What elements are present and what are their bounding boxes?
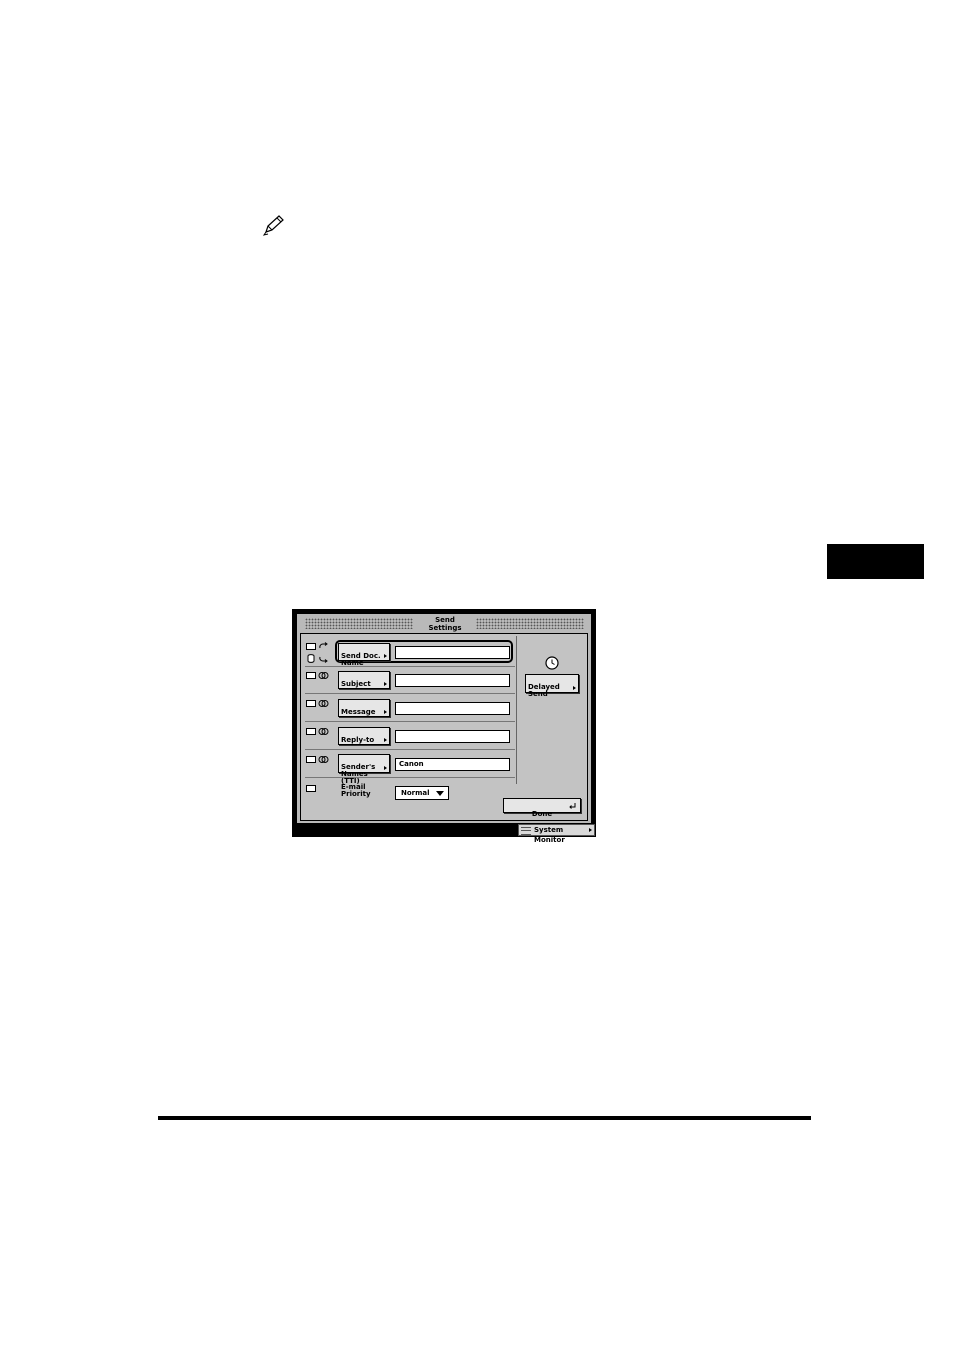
row-divider (305, 777, 515, 778)
subject-field[interactable] (395, 674, 510, 687)
title-pattern-left (305, 618, 413, 629)
document-icon (306, 756, 316, 763)
reply-to-label: Reply-to (341, 736, 375, 744)
link-icon (318, 756, 329, 763)
arrow-right-icon (573, 686, 576, 690)
message-field[interactable] (395, 702, 510, 715)
row-icons-doc-name (306, 642, 332, 665)
sender-names-field[interactable]: Canon (395, 758, 510, 771)
row-divider (305, 693, 515, 694)
clock-icon (545, 656, 559, 670)
arrow-right-icon (384, 766, 387, 770)
send-doc-name-field[interactable] (395, 646, 510, 659)
delayed-send-label: Delayed Send (528, 683, 560, 698)
settings-content: Send Doc. Name Subject Message Reply-to … (300, 633, 588, 821)
storage-icon (307, 654, 315, 663)
system-monitor-button[interactable]: System Monitor (518, 824, 595, 844)
chapter-tab (827, 544, 924, 579)
arrow-right-icon (384, 654, 387, 658)
row-icons-sender-names (306, 756, 332, 778)
send-icon (319, 656, 328, 663)
message-label: Message (341, 708, 376, 716)
email-priority-select[interactable]: Normal (395, 786, 449, 800)
email-priority-label: E-mail Priority (341, 783, 371, 798)
document-icon (306, 643, 316, 650)
document-icon (306, 672, 316, 679)
screen-title: Send Settings (428, 616, 462, 632)
send-doc-name-label: Send Doc. Name (341, 652, 381, 667)
panel-body: Send Settings Send Doc. Name Subject Mes… (297, 614, 591, 823)
email-priority-value: Normal (401, 789, 430, 797)
sender-names-label: Sender's Names (TTI) (341, 763, 376, 785)
row-divider (305, 721, 515, 722)
arrow-right-icon (589, 828, 592, 832)
row-divider (305, 666, 515, 667)
delayed-send-button[interactable]: Delayed Send (525, 674, 579, 698)
return-icon (569, 803, 576, 809)
arrow-right-icon (384, 710, 387, 714)
status-bar: System Monitor (292, 823, 596, 844)
title-pattern-right (476, 618, 584, 629)
message-button[interactable]: Message (338, 699, 390, 717)
monitor-icon (521, 827, 531, 835)
column-divider (516, 636, 517, 784)
pencil-note-icon (262, 215, 284, 236)
reply-to-button[interactable]: Reply-to (338, 727, 390, 745)
row-icons-subject (306, 672, 332, 694)
arrow-right-icon (384, 682, 387, 686)
subject-label: Subject (341, 680, 371, 688)
send-settings-screen: Send Settings Send Doc. Name Subject Mes… (292, 609, 596, 844)
send-icon (319, 642, 328, 649)
done-button[interactable]: Done (503, 798, 581, 818)
link-icon (318, 728, 329, 735)
sender-names-button[interactable]: Sender's Names (TTI) (338, 754, 390, 785)
document-icon (306, 700, 316, 707)
dropdown-arrow-icon (436, 791, 444, 796)
reply-to-field[interactable] (395, 730, 510, 743)
row-divider (305, 749, 515, 750)
link-icon (318, 700, 329, 707)
row-icons-priority (306, 785, 332, 807)
bottom-rule (158, 1116, 811, 1120)
document-icon (306, 728, 316, 735)
document-icon (306, 785, 316, 792)
row-icons-message (306, 700, 332, 722)
subject-button[interactable]: Subject (338, 671, 390, 689)
send-doc-name-button[interactable]: Send Doc. Name (338, 643, 390, 667)
row-icons-reply-to (306, 728, 332, 750)
arrow-right-icon (384, 738, 387, 742)
done-label: Done (531, 810, 553, 818)
system-monitor-label: System Monitor (534, 826, 565, 844)
link-icon (318, 672, 329, 679)
title-bar: Send Settings (300, 616, 588, 632)
